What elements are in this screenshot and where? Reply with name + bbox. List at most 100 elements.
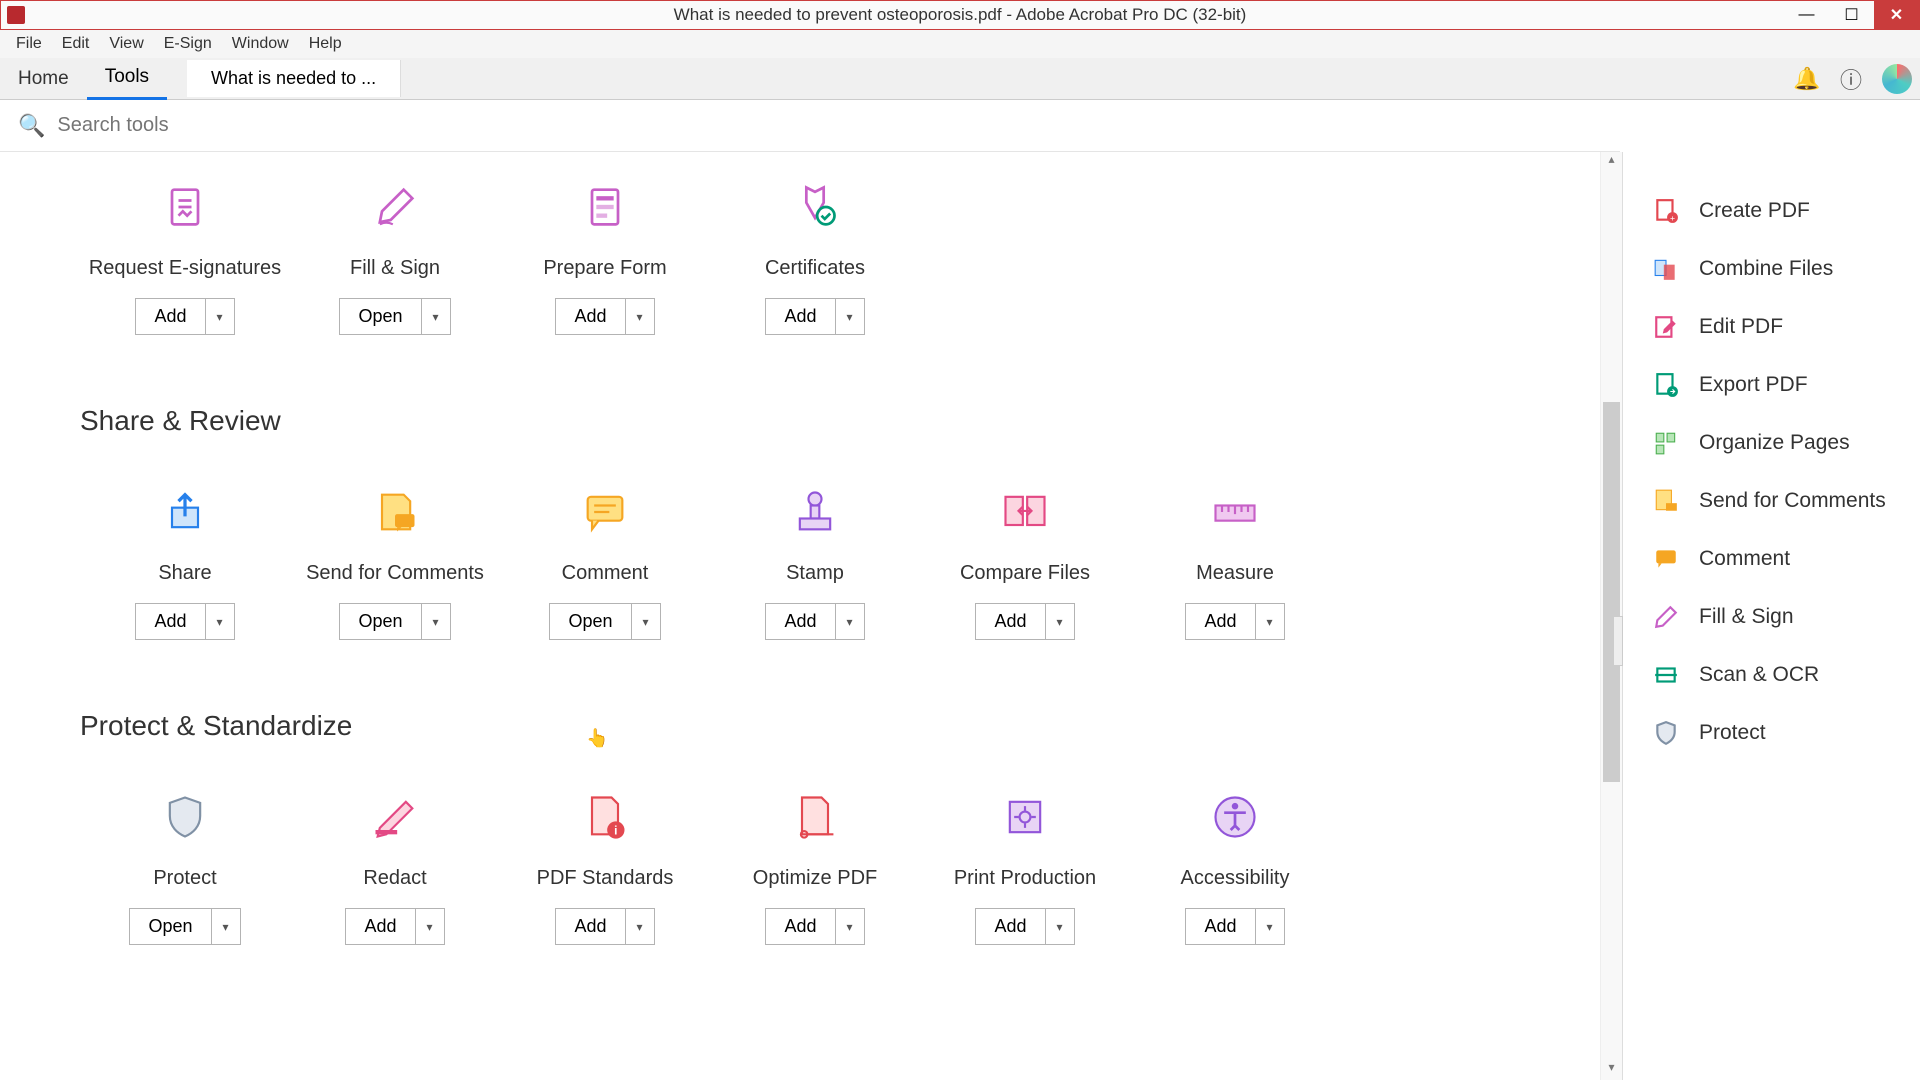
side-label: Fill & Sign (1699, 605, 1794, 629)
menu-file[interactable]: File (6, 35, 52, 53)
add-button[interactable]: Add (556, 299, 625, 334)
add-button[interactable]: Add (976, 604, 1045, 639)
side-protect[interactable]: Protect (1643, 704, 1900, 762)
add-button[interactable]: Add (1186, 604, 1255, 639)
tabbar: Home Tools What is needed to ... 🔔 ⓘ (0, 58, 1920, 100)
menu-help[interactable]: Help (299, 35, 352, 53)
dropdown-button[interactable] (206, 299, 234, 334)
tool-compare-files[interactable]: Compare Files Add (920, 477, 1130, 640)
add-button[interactable]: Add (556, 909, 625, 944)
help-icon[interactable]: ⓘ (1838, 66, 1864, 92)
dropdown-button[interactable] (422, 604, 450, 639)
side-combine-files[interactable]: Combine Files (1643, 240, 1900, 298)
tool-optimize-pdf[interactable]: Optimize PDF Add (710, 782, 920, 945)
tool-label: Share (80, 562, 290, 585)
dropdown-button[interactable] (836, 909, 864, 944)
tool-label: Send for Comments (290, 562, 500, 585)
certificates-icon (710, 172, 920, 242)
tool-send-comments[interactable]: Send for Comments Open (290, 477, 500, 640)
add-button[interactable]: Add (136, 299, 205, 334)
open-button[interactable]: Open (130, 909, 211, 944)
dropdown-button[interactable] (632, 604, 660, 639)
tool-comment[interactable]: Comment Open (500, 477, 710, 640)
add-button[interactable]: Add (766, 604, 835, 639)
redact-icon (290, 782, 500, 852)
side-create-pdf[interactable]: +Create PDF (1643, 182, 1900, 240)
tool-label: Print Production (920, 867, 1130, 890)
avatar[interactable] (1882, 64, 1912, 94)
tab-home[interactable]: Home (0, 59, 87, 99)
open-button[interactable]: Open (340, 604, 421, 639)
notifications-icon[interactable]: 🔔 (1794, 66, 1820, 92)
tool-pdf-standards[interactable]: i PDF Standards Add (500, 782, 710, 945)
tool-label: Accessibility (1130, 867, 1340, 890)
menubar: File Edit View E-Sign Window Help (0, 30, 1920, 58)
tool-label: Compare Files (920, 562, 1130, 585)
svg-text:+: + (1670, 213, 1675, 223)
side-fill-sign[interactable]: Fill & Sign (1643, 588, 1900, 646)
add-button[interactable]: Add (976, 909, 1045, 944)
dropdown-button[interactable] (1256, 909, 1284, 944)
minimize-button[interactable]: — (1784, 1, 1829, 29)
dropdown-button[interactable] (1046, 604, 1074, 639)
tool-print-production[interactable]: Print Production Add (920, 782, 1130, 945)
open-button[interactable]: Open (550, 604, 631, 639)
add-button[interactable]: Add (346, 909, 415, 944)
menu-edit[interactable]: Edit (52, 35, 100, 53)
side-export-pdf[interactable]: Export PDF (1643, 356, 1900, 414)
dropdown-button[interactable] (422, 299, 450, 334)
scroll-down-arrow[interactable]: ▾ (1601, 1060, 1622, 1080)
side-comment[interactable]: Comment (1643, 530, 1900, 588)
dropdown-button[interactable] (1256, 604, 1284, 639)
tool-stamp[interactable]: Stamp Add (710, 477, 920, 640)
tool-redact[interactable]: Redact Add (290, 782, 500, 945)
request-esignatures-icon (80, 172, 290, 242)
tool-protect[interactable]: Protect Open (80, 782, 290, 945)
maximize-button[interactable]: ☐ (1829, 1, 1874, 29)
tool-fill-sign[interactable]: Fill & Sign Open (290, 172, 500, 335)
tool-accessibility[interactable]: Accessibility Add (1130, 782, 1340, 945)
side-edit-pdf[interactable]: Edit PDF (1643, 298, 1900, 356)
stamp-icon (710, 477, 920, 547)
side-send-comments[interactable]: Send for Comments (1643, 472, 1900, 530)
tool-prepare-form[interactable]: Prepare Form Add (500, 172, 710, 335)
dropdown-button[interactable] (206, 604, 234, 639)
pdf-standards-icon: i (500, 782, 710, 852)
dropdown-button[interactable] (836, 604, 864, 639)
tool-certificates[interactable]: Certificates Add (710, 172, 920, 335)
tool-measure[interactable]: Measure Add (1130, 477, 1340, 640)
add-button[interactable]: Add (766, 299, 835, 334)
edit-pdf-icon (1653, 314, 1679, 340)
tool-label: Prepare Form (500, 257, 710, 280)
side-scan-ocr[interactable]: Scan & OCR (1643, 646, 1900, 704)
menu-view[interactable]: View (99, 35, 153, 53)
dropdown-button[interactable] (836, 299, 864, 334)
dropdown-button[interactable] (626, 909, 654, 944)
menu-window[interactable]: Window (222, 35, 299, 53)
tool-share[interactable]: Share Add (80, 477, 290, 640)
dropdown-button[interactable] (416, 909, 444, 944)
menu-esign[interactable]: E-Sign (154, 35, 222, 53)
scroll-up-arrow[interactable]: ▴ (1601, 152, 1622, 172)
tool-request-esignatures[interactable]: Request E-signatures Add (80, 172, 290, 335)
add-button[interactable]: Add (766, 909, 835, 944)
acrobat-app-icon (7, 6, 25, 24)
dropdown-button[interactable] (1046, 909, 1074, 944)
side-organize-pages[interactable]: Organize Pages (1643, 414, 1900, 472)
tab-tools[interactable]: Tools (87, 57, 167, 100)
search-row: 🔍 (0, 100, 1620, 152)
add-button[interactable]: Add (1186, 909, 1255, 944)
search-tools-input[interactable] (57, 114, 857, 137)
scan-ocr-icon (1653, 662, 1679, 688)
protect-icon (1653, 720, 1679, 746)
scroll-thumb[interactable] (1603, 402, 1620, 782)
tab-document[interactable]: What is needed to ... (187, 60, 401, 97)
dropdown-button[interactable] (626, 299, 654, 334)
side-label: Export PDF (1699, 373, 1808, 397)
side-collapse-handle[interactable] (1613, 616, 1623, 666)
close-button[interactable]: ✕ (1874, 1, 1919, 29)
add-button[interactable]: Add (136, 604, 205, 639)
open-button[interactable]: Open (340, 299, 421, 334)
dropdown-button[interactable] (212, 909, 240, 944)
combine-files-icon (1653, 256, 1679, 282)
